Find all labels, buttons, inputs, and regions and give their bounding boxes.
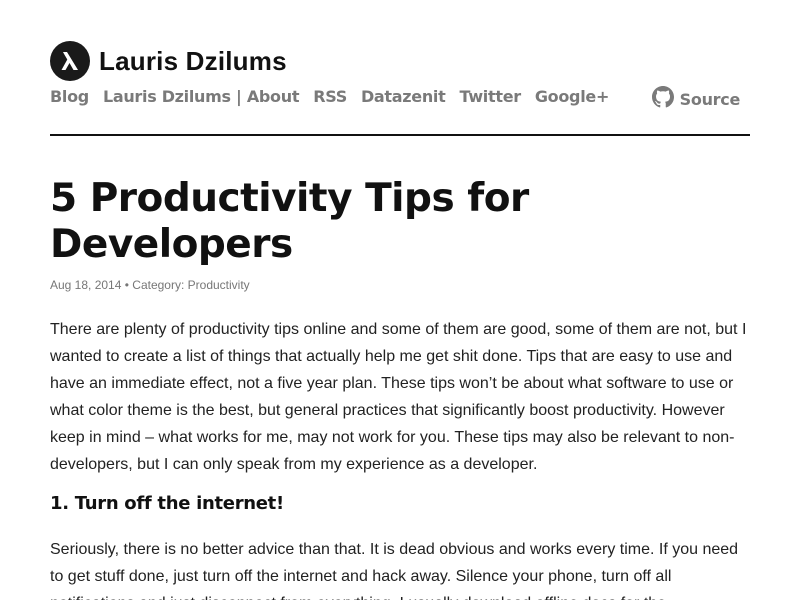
nav-item-datazenit[interactable]: Datazenit [361, 87, 446, 106]
section-1-paragraph: Seriously, there is no better advice tha… [50, 541, 739, 600]
intro-paragraph: There are plenty of productivity tips on… [50, 321, 747, 473]
nav-item-google-plus[interactable]: Google+ [535, 87, 610, 106]
post-meta: Aug 18, 2014 • Category: Productivity [50, 278, 250, 292]
nav-item-blog[interactable]: Blog [50, 87, 89, 106]
source-label: Source [679, 90, 741, 109]
main-nav: Blog Lauris Dzilums | About RSS Datazeni… [50, 87, 623, 106]
site-brand-link[interactable]: Lauris Dzilums [50, 41, 287, 81]
post-title: 5 Productivity Tips for Developers [50, 176, 529, 267]
section-heading-1: 1. Turn off the internet! [50, 493, 284, 514]
lambda-icon [50, 41, 90, 81]
site-title: Lauris Dzilums [99, 45, 287, 76]
post-date: Aug 18, 2014 [50, 278, 122, 292]
site-header: Lauris Dzilums Blog Lauris Dzilums | Abo… [50, 0, 750, 136]
category-link[interactable]: Productivity [188, 278, 250, 292]
meta-separator: • [121, 278, 133, 292]
nav-item-twitter[interactable]: Twitter [459, 87, 521, 106]
category-prefix: Category: [132, 278, 188, 292]
github-icon [651, 86, 674, 113]
nav-item-about[interactable]: Lauris Dzilums | About [103, 87, 300, 106]
nav-item-rss[interactable]: RSS [313, 87, 347, 106]
content-container: Lauris Dzilums Blog Lauris Dzilums | Abo… [50, 0, 750, 600]
source-link[interactable]: Source [651, 86, 741, 113]
page: Lauris Dzilums Blog Lauris Dzilums | Abo… [0, 0, 800, 600]
